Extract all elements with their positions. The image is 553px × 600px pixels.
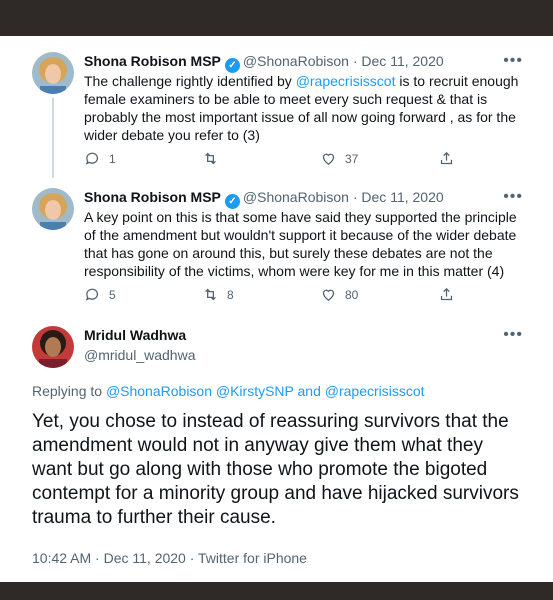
- share-icon: [440, 287, 453, 301]
- share-button[interactable]: [438, 150, 463, 167]
- tweet-date[interactable]: Dec 11, 2020: [361, 53, 443, 69]
- more-options-icon[interactable]: •••: [503, 188, 523, 206]
- reply-count: 1: [109, 151, 116, 166]
- reply-icon: [85, 288, 99, 301]
- author-handle[interactable]: @ShonaRobison: [243, 189, 349, 205]
- replying-to-links[interactable]: @ShonaRobison @KirstySNP and @rapecrisis…: [106, 383, 425, 399]
- reply-button[interactable]: 5: [84, 286, 116, 303]
- verified-badge-icon: ✓: [224, 194, 240, 209]
- more-options-icon[interactable]: •••: [503, 326, 523, 344]
- separator: ·: [348, 53, 362, 69]
- author-name[interactable]: Shona Robison MSP: [84, 53, 221, 69]
- tweet-text-part: The challenge rightly identified by: [84, 73, 296, 89]
- author-name[interactable]: Shona Robison MSP: [84, 189, 221, 205]
- like-count: 37: [345, 151, 359, 166]
- retweet-icon: [205, 288, 216, 301]
- tweet-timestamp[interactable]: 10:42 AM · Dec 11, 2020 · Twitter for iP…: [32, 550, 307, 566]
- reply-button[interactable]: 1: [84, 150, 116, 167]
- mention-link[interactable]: @rapecrisisscot: [296, 73, 396, 89]
- heart-icon: [322, 289, 335, 301]
- replying-prefix: Replying to: [32, 383, 106, 399]
- tweet-actions: 1 37: [84, 150, 464, 170]
- avatar[interactable]: [32, 52, 74, 94]
- retweet-button[interactable]: 8: [202, 286, 234, 303]
- retweet-button[interactable]: [202, 150, 227, 167]
- author-handle[interactable]: @mridul_wadhwa: [84, 347, 195, 363]
- like-button[interactable]: 37: [320, 150, 358, 167]
- tweet-header: Shona Robison MSP ✓ @ShonaRobison · Dec 11…: [84, 53, 444, 73]
- tweet-text: A key point on this is that some have sa…: [84, 209, 517, 279]
- verified-badge-icon: ✓: [224, 58, 240, 73]
- tweet-thread-card: Shona Robison MSP ✓ @ShonaRobison · Dec 11…: [0, 36, 553, 582]
- tweet-header: Shona Robison MSP ✓ @ShonaRobison · Dec 11…: [84, 189, 444, 209]
- main-tweet-text: Yet, you chose to instead of reassuring …: [32, 411, 519, 528]
- tweet-date[interactable]: Dec 11, 2020: [361, 189, 443, 205]
- more-options-icon[interactable]: •••: [503, 52, 523, 70]
- avatar[interactable]: [32, 326, 74, 368]
- reply-count: 5: [109, 287, 116, 302]
- share-icon: [440, 151, 453, 165]
- separator: ·: [348, 189, 362, 205]
- heart-icon: [322, 153, 335, 165]
- tweet-actions: 5 8 80: [84, 286, 464, 306]
- thread-line: [52, 98, 54, 178]
- reply-icon: [85, 152, 99, 165]
- avatar[interactable]: [32, 188, 74, 230]
- author-handle[interactable]: @ShonaRobison: [243, 53, 349, 69]
- tweet-1[interactable]: Shona Robison MSP ✓ @ShonaRobison · Dec 11…: [0, 36, 553, 178]
- tweet-2[interactable]: Shona Robison MSP ✓ @ShonaRobison · Dec 11…: [0, 172, 553, 310]
- tweet-text: The challenge rightly identified by @rap…: [84, 72, 524, 144]
- author-name[interactable]: Mridul Wadhwa: [84, 327, 186, 343]
- like-button[interactable]: 80: [320, 286, 358, 303]
- retweet-count: 8: [227, 287, 234, 302]
- share-button[interactable]: [438, 286, 463, 303]
- like-count: 80: [345, 287, 359, 302]
- retweet-icon: [205, 152, 216, 165]
- replying-to: Replying to @ShonaRobison @KirstySNP and…: [32, 383, 425, 399]
- main-tweet: Mridul Wadhwa @mridul_wadhwa ••• Replyin…: [0, 310, 553, 582]
